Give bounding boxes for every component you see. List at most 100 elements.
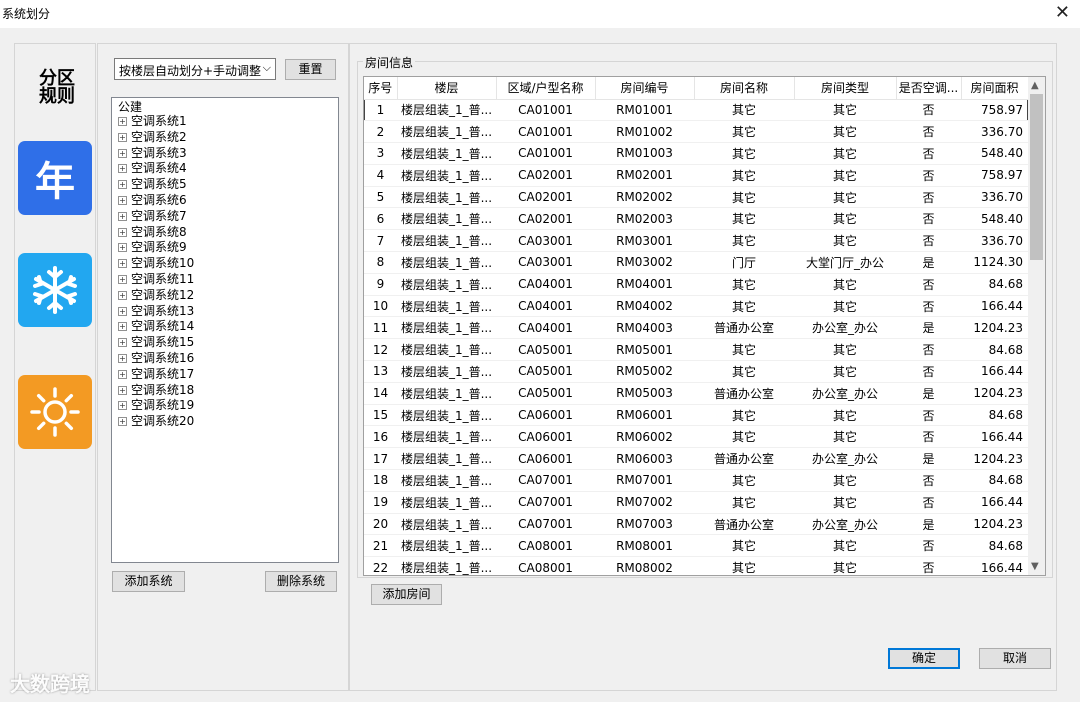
table-row[interactable]: 7 楼层组装_1_普... CA03001 RM03001 其它 其它否 336.70: [364, 229, 1028, 253]
column-header[interactable]: 序号: [364, 77, 398, 100]
tree-item-system[interactable]: + 空调系统20: [118, 414, 332, 430]
table-row[interactable]: 17 楼层组装_1_普... CA06001 RM06003 普通办公室 办公室_办公是 1…: [364, 447, 1028, 471]
tree-item-system[interactable]: + 空调系统9: [118, 240, 332, 256]
table-row[interactable]: 6 楼层组装_1_普... CA02001 RM02003 其它 其它否 548.40: [364, 207, 1028, 231]
tree-item-system[interactable]: + 空调系统12: [118, 288, 332, 304]
table-cell: 其它: [694, 338, 794, 362]
column-header[interactable]: 房间类型: [794, 77, 897, 100]
column-header[interactable]: 房间编号: [595, 77, 695, 100]
table-cell: 1204.23: [961, 382, 1028, 405]
table-row[interactable]: 2 楼层组装_1_普... CA01001 RM01002 其它 其它否 336.70: [364, 120, 1028, 144]
tree-item-system[interactable]: + 空调系统19: [118, 398, 332, 414]
table-row[interactable]: 13 楼层组装_1_普... CA05001 RM05002 其它 其它否 166.44: [364, 360, 1028, 383]
expand-icon[interactable]: +: [118, 211, 127, 221]
expand-icon[interactable]: +: [118, 180, 127, 190]
table-cell: 9: [364, 273, 397, 296]
table-row[interactable]: 8 楼层组装_1_普... CA03001 RM03002 门厅 大堂门厅_办公是 1124…: [364, 251, 1028, 274]
tree-item-system[interactable]: + 空调系统6: [118, 193, 332, 209]
tree-item-system[interactable]: + 空调系统10: [118, 256, 332, 272]
table-cell: 楼层组装_1_普...: [397, 99, 496, 122]
partition-mode-select[interactable]: 按楼层自动划分+手动调整 ⌵: [114, 58, 276, 80]
tree-item-system[interactable]: + 空调系统18: [118, 383, 332, 399]
table-row[interactable]: 14 楼层组装_1_普... CA05001 RM05003 普通办公室 办公室_办公是 1…: [364, 382, 1028, 405]
system-tree[interactable]: 公建 + 空调系统1 + 空调系统2 + 空调系统3 + 空调系统4 + 空调系统5 + 空调系统6 +…: [111, 97, 339, 563]
table-row[interactable]: 12 楼层组装_1_普... CA05001 RM05001 其它 其它否 84.68: [364, 338, 1028, 362]
expand-icon[interactable]: +: [118, 132, 127, 142]
table-row[interactable]: 4 楼层组装_1_普... CA02001 RM02001 其它 其它否 758.97: [364, 164, 1028, 187]
expand-icon[interactable]: +: [118, 417, 127, 427]
ok-button[interactable]: 确定: [888, 648, 960, 669]
table-cell: RM02002: [595, 186, 694, 209]
tree-item-system[interactable]: + 空调系统3: [118, 146, 332, 162]
column-header[interactable]: 楼层: [397, 77, 497, 100]
table-cell: 其它: [694, 164, 794, 187]
table-row[interactable]: 21 楼层组装_1_普... CA08001 RM08001 其它 其它否 84.68: [364, 534, 1028, 558]
table-row[interactable]: 22 楼层组装_1_普... CA08001 RM08002 其它 其它否 166.44: [364, 556, 1028, 575]
expand-icon[interactable]: +: [118, 401, 127, 411]
expand-icon[interactable]: +: [118, 290, 127, 300]
snowflake-icon[interactable]: [18, 253, 92, 327]
tree-item-system[interactable]: + 空调系统4: [118, 161, 332, 177]
table-cell: 其它: [794, 360, 896, 383]
tree-item-system[interactable]: + 空调系统8: [118, 225, 332, 241]
table-row[interactable]: 3 楼层组装_1_普... CA01001 RM01003 其它 其它否 548.40: [364, 142, 1028, 165]
table-row[interactable]: 5 楼层组装_1_普... CA02001 RM02002 其它 其它否 336.70: [364, 186, 1028, 209]
expand-icon[interactable]: +: [118, 338, 127, 348]
tree-item-system[interactable]: + 空调系统16: [118, 351, 332, 367]
table-row[interactable]: 1 楼层组装_1_普... CA01001 RM01001 其它 其它否 758.97: [364, 99, 1028, 122]
reset-button[interactable]: 重置: [285, 59, 336, 80]
cancel-button[interactable]: 取消: [979, 648, 1051, 669]
tree-root[interactable]: 公建: [118, 100, 332, 114]
delete-system-button[interactable]: 删除系统: [265, 571, 337, 592]
tree-item-system[interactable]: + 空调系统15: [118, 335, 332, 351]
add-system-button[interactable]: 添加系统: [112, 571, 185, 592]
column-header[interactable]: 区域/户型名称: [496, 77, 596, 100]
column-header[interactable]: 房间面积: [961, 77, 1029, 100]
vertical-scrollbar[interactable]: ▲ ▼: [1028, 77, 1045, 575]
tree-item-system[interactable]: + 空调系统11: [118, 272, 332, 288]
sun-icon[interactable]: [18, 375, 92, 449]
tree-item-system[interactable]: + 空调系统2: [118, 130, 332, 146]
room-table[interactable]: 序号 楼层 区域/户型名称 房间编号 房间名称 房间类型 是否空调... 房间面积 1 楼层组装…: [363, 76, 1046, 576]
tree-item-system[interactable]: + 空调系统17: [118, 367, 332, 383]
table-cell: 其它: [794, 229, 896, 253]
expand-icon[interactable]: +: [118, 164, 127, 174]
expand-icon[interactable]: +: [118, 117, 127, 126]
column-header[interactable]: 房间名称: [694, 77, 795, 100]
expand-icon[interactable]: +: [118, 227, 127, 237]
table-cell: 其它: [794, 404, 896, 427]
expand-icon[interactable]: +: [118, 148, 127, 158]
tree-item-system[interactable]: + 空调系统14: [118, 319, 332, 335]
expand-icon[interactable]: +: [118, 385, 127, 395]
tree-item-system[interactable]: + 空调系统7: [118, 209, 332, 225]
expand-icon[interactable]: +: [118, 274, 127, 284]
expand-icon[interactable]: +: [118, 322, 127, 332]
tree-item-system[interactable]: + 空调系统13: [118, 304, 332, 320]
snowflake-graphic: [33, 266, 77, 314]
scroll-up-icon[interactable]: ▲: [1031, 80, 1039, 91]
expand-icon[interactable]: +: [118, 369, 127, 379]
year-calendar-icon[interactable]: 年: [18, 141, 92, 215]
table-row[interactable]: 16 楼层组装_1_普... CA06001 RM06002 其它 其它否 166.44: [364, 425, 1028, 449]
expand-icon[interactable]: +: [118, 259, 127, 269]
tree-item-system[interactable]: + 空调系统1: [118, 114, 332, 130]
tree-item-system[interactable]: + 空调系统5: [118, 177, 332, 193]
table-row[interactable]: 18 楼层组装_1_普... CA07001 RM07001 其它 其它否 84.68: [364, 469, 1028, 492]
column-header[interactable]: 是否空调...: [896, 77, 962, 100]
expand-icon[interactable]: +: [118, 353, 127, 363]
table-row[interactable]: 9 楼层组装_1_普... CA04001 RM04001 其它 其它否 84.68: [364, 273, 1028, 296]
scroll-thumb[interactable]: [1030, 94, 1043, 260]
scroll-down-icon[interactable]: ▼: [1031, 561, 1039, 572]
table-row[interactable]: 10 楼层组装_1_普... CA04001 RM04002 其它 其它否 166.44: [364, 295, 1028, 318]
expand-icon[interactable]: +: [118, 243, 127, 253]
expand-icon[interactable]: +: [118, 195, 127, 205]
table-row[interactable]: 19 楼层组装_1_普... CA07001 RM07002 其它 其它否 166.44: [364, 491, 1028, 514]
table-cell: 1204.23: [961, 513, 1028, 536]
table-row[interactable]: 20 楼层组装_1_普... CA07001 RM07003 普通办公室 办公室_办公是 1…: [364, 513, 1028, 536]
table-cell: RM08001: [595, 534, 694, 558]
add-room-button[interactable]: 添加房间: [371, 584, 442, 605]
close-icon[interactable]: ✕: [1055, 2, 1070, 23]
table-row[interactable]: 15 楼层组装_1_普... CA06001 RM06001 其它 其它否 84.68: [364, 404, 1028, 427]
table-row[interactable]: 11 楼层组装_1_普... CA04001 RM04003 普通办公室 办公室_办公是 1…: [364, 316, 1028, 340]
expand-icon[interactable]: +: [118, 306, 127, 316]
